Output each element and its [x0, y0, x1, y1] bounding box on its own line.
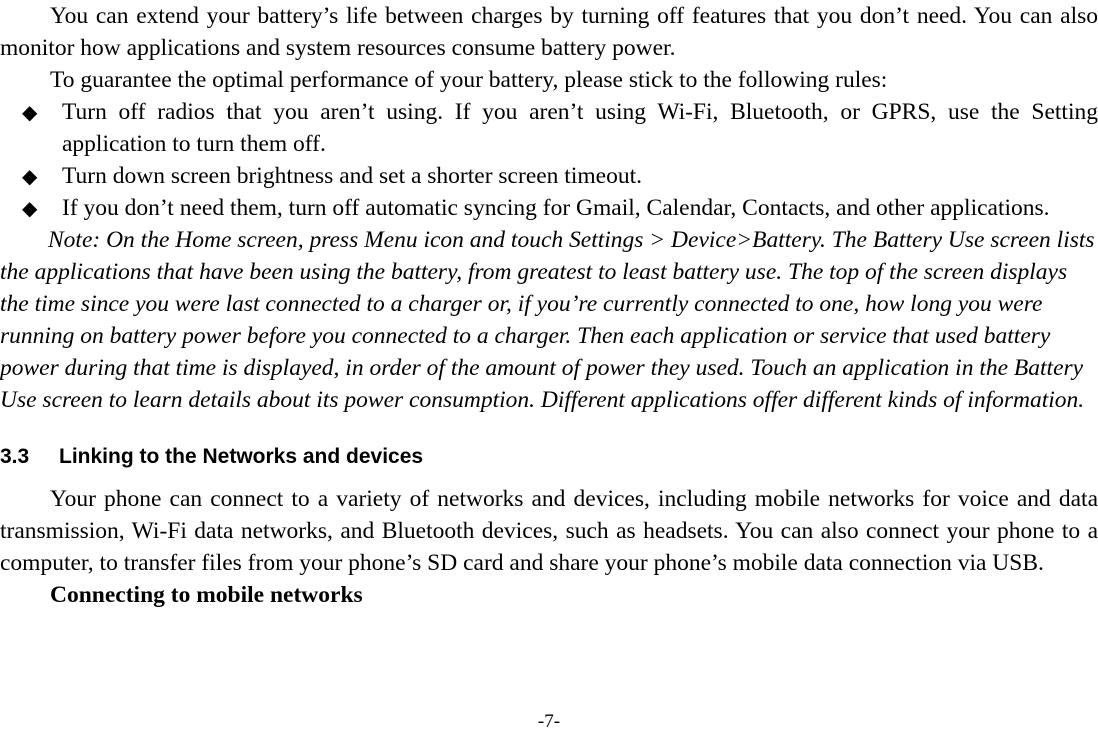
list-item: ◆ If you don’t need them, turn off autom… [0, 192, 1098, 224]
page-body: You can extend your battery’s life betwe… [0, 0, 1098, 611]
list-item-text: Turn off radios that you aren’t using. I… [62, 99, 1098, 157]
page-number: -7- [537, 711, 561, 732]
sub-heading: Connecting to mobile networks [50, 582, 363, 608]
section-title: Linking to the Networks and devices [59, 445, 424, 468]
list-item: ◆ Turn off radios that you aren’t using.… [0, 96, 1098, 160]
spacer-before-section-heading [0, 416, 1098, 441]
rules-lead-in-paragraph: To guarantee the optimal performance of … [50, 67, 888, 93]
document-page: You can extend your battery’s life betwe… [0, 0, 1098, 735]
diamond-bullet-icon: ◆ [22, 100, 38, 124]
note-paragraph: Note: On the Home screen, press Menu ico… [0, 227, 1095, 413]
diamond-bullet-icon: ◆ [22, 164, 38, 188]
intro-paragraph: You can extend your battery’s life betwe… [0, 3, 1098, 61]
section-heading: 3.3 Linking to the Networks and devices [0, 441, 1098, 473]
spacer-after-section-heading [0, 473, 1098, 483]
list-item: ◆ Turn down screen brightness and set a … [0, 160, 1098, 192]
diamond-bullet-icon: ◆ [22, 196, 38, 220]
list-item-text: Turn down screen brightness and set a sh… [62, 163, 642, 189]
battery-tips-list: ◆ Turn off radios that you aren’t using.… [0, 96, 1098, 224]
section-number: 3.3 [0, 445, 30, 468]
list-item-text: If you don’t need them, turn off automat… [62, 195, 1050, 221]
section-paragraph: Your phone can connect to a variety of n… [0, 486, 1098, 576]
